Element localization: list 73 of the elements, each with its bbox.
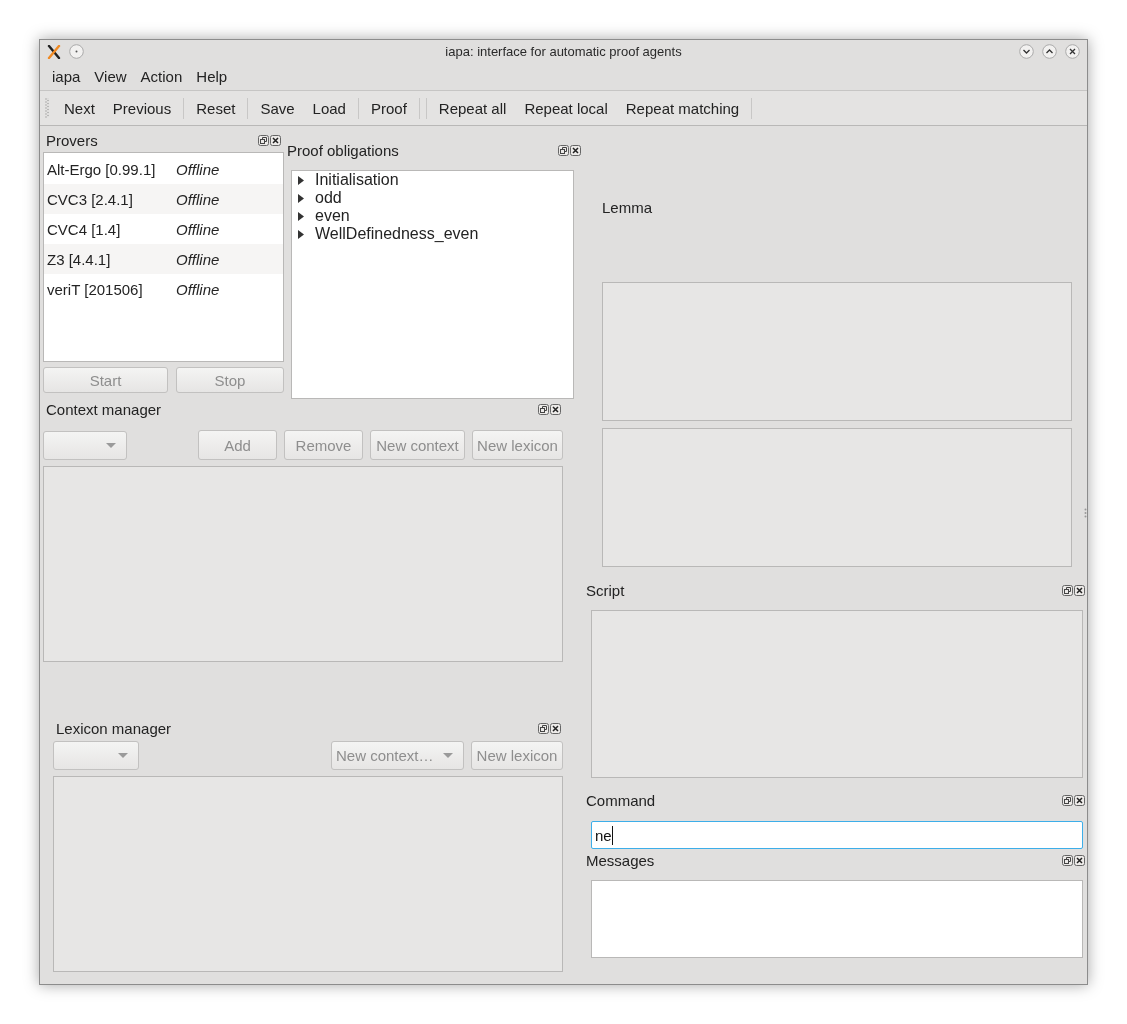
prover-row[interactable]: CVC4 [1.4] Offline (44, 214, 283, 244)
prover-name: CVC4 [1.4] (47, 220, 122, 238)
menu-item[interactable]: Help (189, 68, 235, 85)
prover-row[interactable]: veriT [201506] Offline (44, 274, 283, 304)
caret-right-icon[interactable] (298, 229, 304, 239)
chevron-up-icon[interactable] (1042, 44, 1057, 59)
dock-title: Proof obligations (287, 141, 399, 159)
float-icon[interactable] (1062, 584, 1073, 596)
prover-row[interactable]: Z3 [4.4.1] Offline (44, 244, 283, 274)
caret-down-icon (106, 442, 116, 448)
prover-row[interactable]: CVC3 [2.4.1] Offline (44, 184, 283, 214)
provers-list[interactable]: Alt-Ergo [0.99.1] Offline CVC3 [2.4.1] Offline CVC4 [1.4] Offline Z3 [4.4.1] Offline veriT [201506] Offline (43, 152, 284, 362)
close-icon[interactable] (270, 134, 281, 146)
dock-title: Command (586, 791, 656, 809)
close-icon[interactable] (1074, 854, 1085, 866)
prover-name: Alt-Ergo [0.99.1] (47, 160, 157, 178)
dock-title: Context manager (46, 400, 162, 418)
toolbar-button[interactable]: Load (303, 95, 355, 121)
prover-status: Offline (176, 190, 220, 208)
close-icon[interactable] (1074, 584, 1085, 596)
app-icon[interactable] (47, 44, 61, 59)
circle-dot-icon[interactable] (69, 44, 84, 59)
close-icon[interactable] (1074, 794, 1085, 806)
window-title: iapa: interface for automatic proof agents (445, 44, 682, 59)
text-cursor-icon (611, 825, 613, 845)
toolbar-button[interactable]: Repeat local (515, 95, 617, 121)
caret-down-icon (118, 753, 128, 758)
toolbar-button[interactable]: Repeat all (429, 95, 516, 121)
prover-status: Offline (176, 220, 220, 238)
prover-row[interactable]: Alt-Ergo [0.99.1] Offline (44, 154, 283, 184)
command-input-field[interactable]: ne (591, 821, 1083, 849)
prover-name: CVC3 [2.4.1] (47, 190, 134, 208)
obligations-tree[interactable]: Initialisation odd even WellDefinedness_even (291, 170, 574, 399)
float-icon[interactable] (258, 134, 269, 146)
close-icon[interactable] (550, 403, 561, 415)
splitter-grip-icon[interactable] (1084, 508, 1087, 518)
prover-status: Offline (176, 250, 220, 268)
close-icon[interactable] (1065, 44, 1080, 59)
menu-item[interactable]: View (87, 68, 134, 85)
caret-right-icon[interactable] (298, 211, 304, 221)
toolbar-button[interactable]: Reset (187, 95, 245, 121)
lemma-label: Lemma (602, 198, 653, 218)
toolbar-button[interactable]: Repeat matching (616, 95, 749, 121)
prover-name: Z3 [4.4.1] (47, 250, 112, 268)
chevron-down-icon[interactable] (1019, 44, 1034, 59)
toolbar-button[interactable]: Proof (361, 95, 416, 121)
tree-item[interactable]: odd (315, 189, 342, 207)
tree-item[interactable]: Initialisation (315, 171, 399, 189)
caret-right-icon[interactable] (298, 175, 304, 185)
prover-name: veriT [201506] (47, 280, 144, 298)
tree-item[interactable]: WellDefinedness_even (315, 225, 479, 243)
dock-title: Lexicon manager (56, 719, 172, 737)
close-icon[interactable] (570, 144, 581, 156)
close-icon[interactable] (550, 722, 561, 734)
float-icon[interactable] (558, 144, 569, 156)
float-icon[interactable] (538, 722, 549, 734)
tree-item[interactable]: even (315, 207, 350, 225)
prover-status: Offline (176, 160, 220, 178)
dock-title: Messages (586, 851, 655, 869)
dock-title: Script (586, 581, 625, 599)
toolbar-button[interactable]: Save (251, 95, 304, 121)
prover-status: Offline (176, 280, 220, 298)
toolbar-button[interactable]: Next (55, 95, 104, 121)
menu-item[interactable]: iapa (45, 68, 88, 85)
toolbar-button[interactable]: Previous (103, 95, 181, 121)
caret-right-icon[interactable] (298, 193, 304, 203)
menu-item[interactable]: Action (133, 68, 190, 85)
float-icon[interactable] (538, 403, 549, 415)
float-icon[interactable] (1062, 794, 1073, 806)
dock-title: Provers (46, 131, 98, 149)
float-icon[interactable] (1062, 854, 1073, 866)
caret-down-icon (443, 753, 453, 758)
toolbar-grip-icon[interactable] (45, 98, 49, 118)
